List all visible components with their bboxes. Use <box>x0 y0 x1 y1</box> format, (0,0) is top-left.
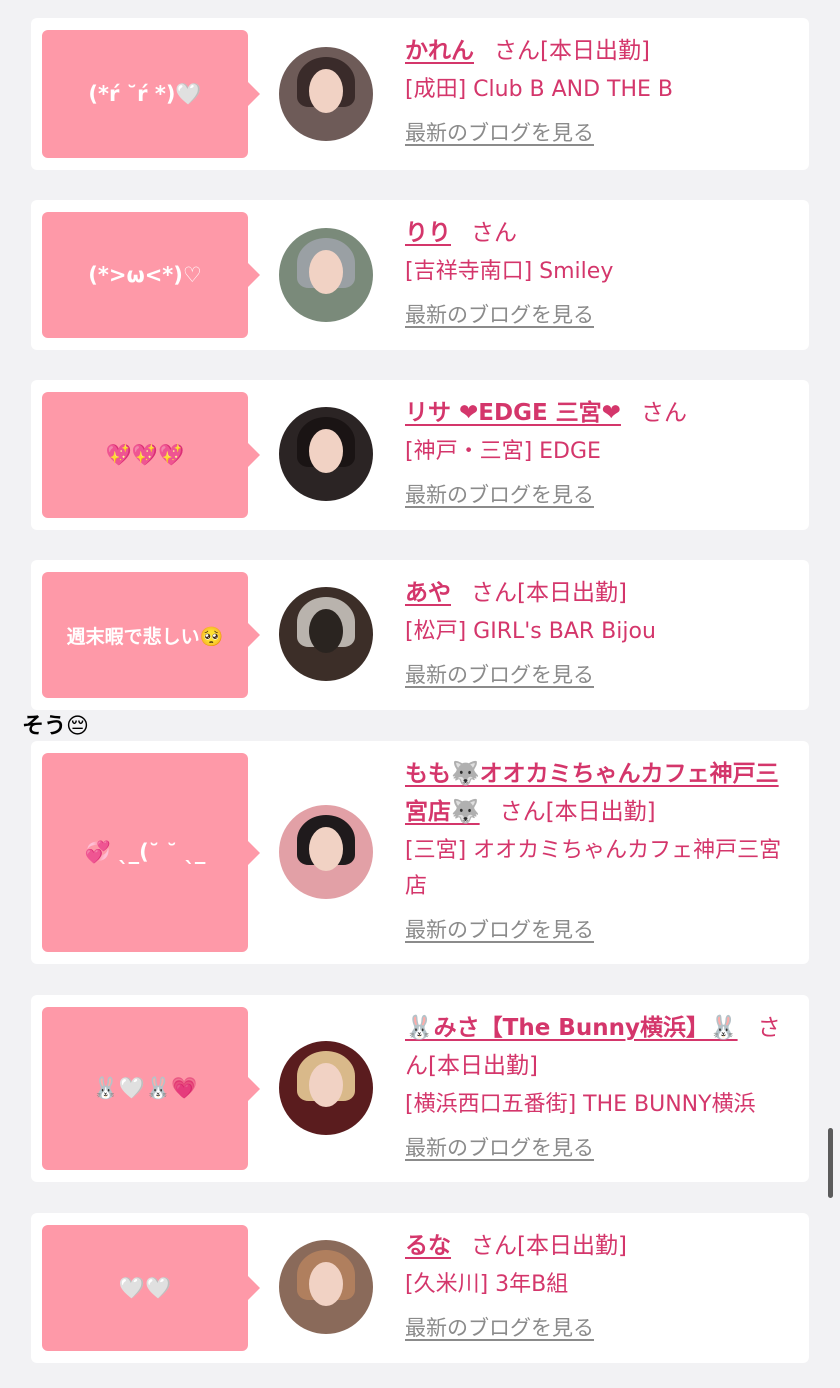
shop-location: [吉祥寺南口] Smiley <box>405 259 614 284</box>
avatar[interactable] <box>279 228 373 322</box>
latest-blog-link[interactable]: 最新のブログを見る <box>405 1133 594 1163</box>
shop-location: [神戸・三宮] EDGE <box>405 439 601 464</box>
avatar[interactable] <box>279 47 373 141</box>
stray-comment-text: そう😔 <box>22 714 89 739</box>
attendance-status: [本日出勤] <box>428 1053 538 1079</box>
comment-bubble: 💖💖💖 <box>42 392 260 518</box>
cast-name-link[interactable]: るな <box>405 1233 451 1259</box>
avatar[interactable] <box>279 805 373 899</box>
latest-blog-link[interactable]: 最新のブログを見る <box>405 915 594 945</box>
attendance-status: [本日出勤] <box>540 38 650 64</box>
honorific: さん <box>640 400 687 426</box>
cast-name-link[interactable]: かれん <box>405 38 474 64</box>
shop-location: [横浜西口五番街] THE BUNNY横浜 <box>405 1092 756 1117</box>
attendance-status: [本日出勤] <box>545 799 656 825</box>
latest-blog-link[interactable]: 最新のブログを見る <box>405 480 594 510</box>
comment-bubble: 週末暇で悲しい🥺 <box>42 572 260 698</box>
shop-location: [三宮] オオカミちゃんカフェ神戸三宮店 <box>405 838 782 899</box>
comment-bubble: (*ŕ ˘ŕ *)🤍 <box>42 30 260 158</box>
honorific: さん <box>499 799 546 825</box>
avatar[interactable] <box>279 1240 373 1334</box>
cast-card[interactable]: 💖💖💖 リサ ❤EDGE 三宮❤ さん [神戸・三宮] EDGE 最新のブログを見… <box>31 380 809 530</box>
avatar[interactable] <box>279 587 373 681</box>
shop-location: [久米川] 3年B組 <box>405 1272 569 1297</box>
avatar[interactable] <box>279 407 373 501</box>
comment-bubble: (*>ω<*)♡ <box>42 212 260 338</box>
comment-bubble: 🤍🤍 <box>42 1225 260 1351</box>
latest-blog-link[interactable]: 最新のブログを見る <box>405 660 594 690</box>
cast-name-link[interactable]: りり <box>405 220 451 246</box>
latest-blog-link[interactable]: 最新のブログを見る <box>405 1313 594 1343</box>
cast-card[interactable]: (*>ω<*)♡ りり さん [吉祥寺南口] Smiley 最新のブログを見る <box>31 200 809 350</box>
cast-name-link[interactable]: リサ ❤EDGE 三宮❤ <box>405 400 621 426</box>
cast-card[interactable]: 🐰🤍🐰💗 🐰みさ【The Bunny横浜】🐰 さん[本日出勤] [横浜西口五番街]… <box>31 995 809 1182</box>
cast-card[interactable]: (*ŕ ˘ŕ *)🤍 かれん さん[本日出勤] [成田] Club B AND T… <box>31 18 809 170</box>
shop-location: [成田] Club B AND THE B <box>405 77 674 102</box>
cast-name-link[interactable]: 🐰みさ【The Bunny横浜】🐰 <box>405 1015 738 1041</box>
cast-name-link[interactable]: あや <box>405 580 451 606</box>
attendance-status: [本日出勤] <box>517 580 627 606</box>
comment-bubble: 💞 ˎ_(˘ ˘ ˎ_ <box>42 753 260 952</box>
cast-card[interactable]: 🤍🤍 るな さん[本日出勤] [久米川] 3年B組 最新のブログを見る <box>31 1213 809 1363</box>
honorific: さん <box>471 1233 517 1259</box>
honorific: さん <box>471 220 517 246</box>
honorific: さん <box>494 38 540 64</box>
scrollbar[interactable] <box>828 1128 833 1198</box>
honorific: さん <box>471 580 517 606</box>
shop-location: [松戸] GIRL's BAR Bijou <box>405 619 656 644</box>
latest-blog-link[interactable]: 最新のブログを見る <box>405 118 594 148</box>
latest-blog-link[interactable]: 最新のブログを見る <box>405 300 594 330</box>
cast-card[interactable]: 💞 ˎ_(˘ ˘ ˎ_ もも🐺オオカミちゃんカフェ神戸三宮店🐺 さん[本日出勤] … <box>31 741 809 964</box>
avatar[interactable] <box>279 1041 373 1135</box>
attendance-status: [本日出勤] <box>517 1233 627 1259</box>
cast-card[interactable]: 週末暇で悲しい🥺 あや さん[本日出勤] [松戸] GIRL's BAR Bijo… <box>31 560 809 710</box>
comment-bubble: 🐰🤍🐰💗 <box>42 1007 260 1170</box>
